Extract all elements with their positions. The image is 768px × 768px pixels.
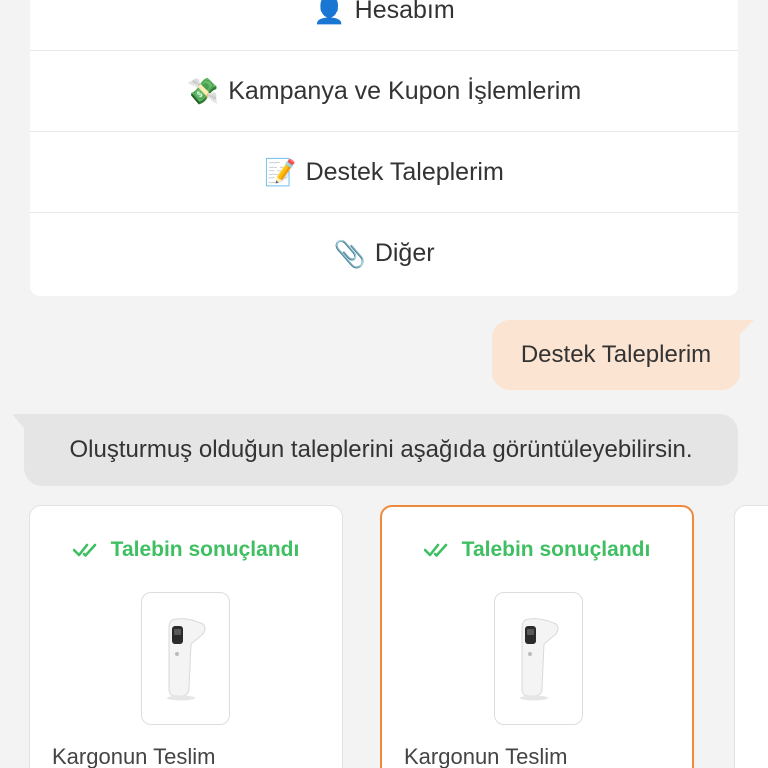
money-icon: 💸 xyxy=(186,76,220,106)
double-check-icon xyxy=(72,543,96,557)
ticket-status-text: Talebin sonuçlandı xyxy=(461,538,651,561)
double-check-icon xyxy=(423,543,447,557)
menu-item-label: Kampanya ve Kupon İşlemlerim xyxy=(228,76,582,105)
menu-item-label: Destek Taleplerim xyxy=(305,157,504,186)
thermometer-icon xyxy=(166,617,205,700)
menu-item-label: Hesabım xyxy=(354,0,455,24)
product-image xyxy=(494,592,583,725)
product-image xyxy=(141,592,230,725)
menu-item-diger[interactable]: 📎 Diğer xyxy=(30,213,738,294)
menu-card: 👤 Hesabım 💸 Kampanya ve Kupon İşlemlerim… xyxy=(30,0,738,296)
ticket-status-text: Talebin sonuçlandı xyxy=(110,538,300,561)
paperclip-icon: 📎 xyxy=(333,238,366,269)
menu-item-label: Diğer xyxy=(374,239,435,267)
thermometer-icon xyxy=(519,617,558,700)
menu-item-kampanya[interactable]: 💸 Kampanya ve Kupon İşlemlerim xyxy=(30,51,738,132)
memo-icon: 📝 xyxy=(264,157,297,187)
ticket-title: Kargonun Teslim xyxy=(52,744,216,768)
user-icon: 👤 xyxy=(313,0,346,25)
user-message-bubble: Destek Taleplerim xyxy=(492,320,754,390)
menu-item-hesabim[interactable]: 👤 Hesabım xyxy=(30,0,738,51)
ticket-card-partial[interactable] xyxy=(734,505,768,768)
menu-item-destek[interactable]: 📝 Destek Taleplerim xyxy=(30,132,738,213)
ticket-status: Talebin sonuçlandı xyxy=(30,538,342,562)
ticket-card-selected[interactable]: Talebin sonuçlandı Kargonun Teslim xyxy=(380,505,694,768)
ticket-status: Talebin sonuçlandı xyxy=(382,538,692,562)
bot-message-bubble: Oluşturmuş olduğun taleplerini aşağıda g… xyxy=(12,414,738,486)
ticket-card[interactable]: Talebin sonuçlandı Kargonun Teslim xyxy=(29,505,343,768)
ticket-title: Kargonun Teslim xyxy=(404,744,568,768)
